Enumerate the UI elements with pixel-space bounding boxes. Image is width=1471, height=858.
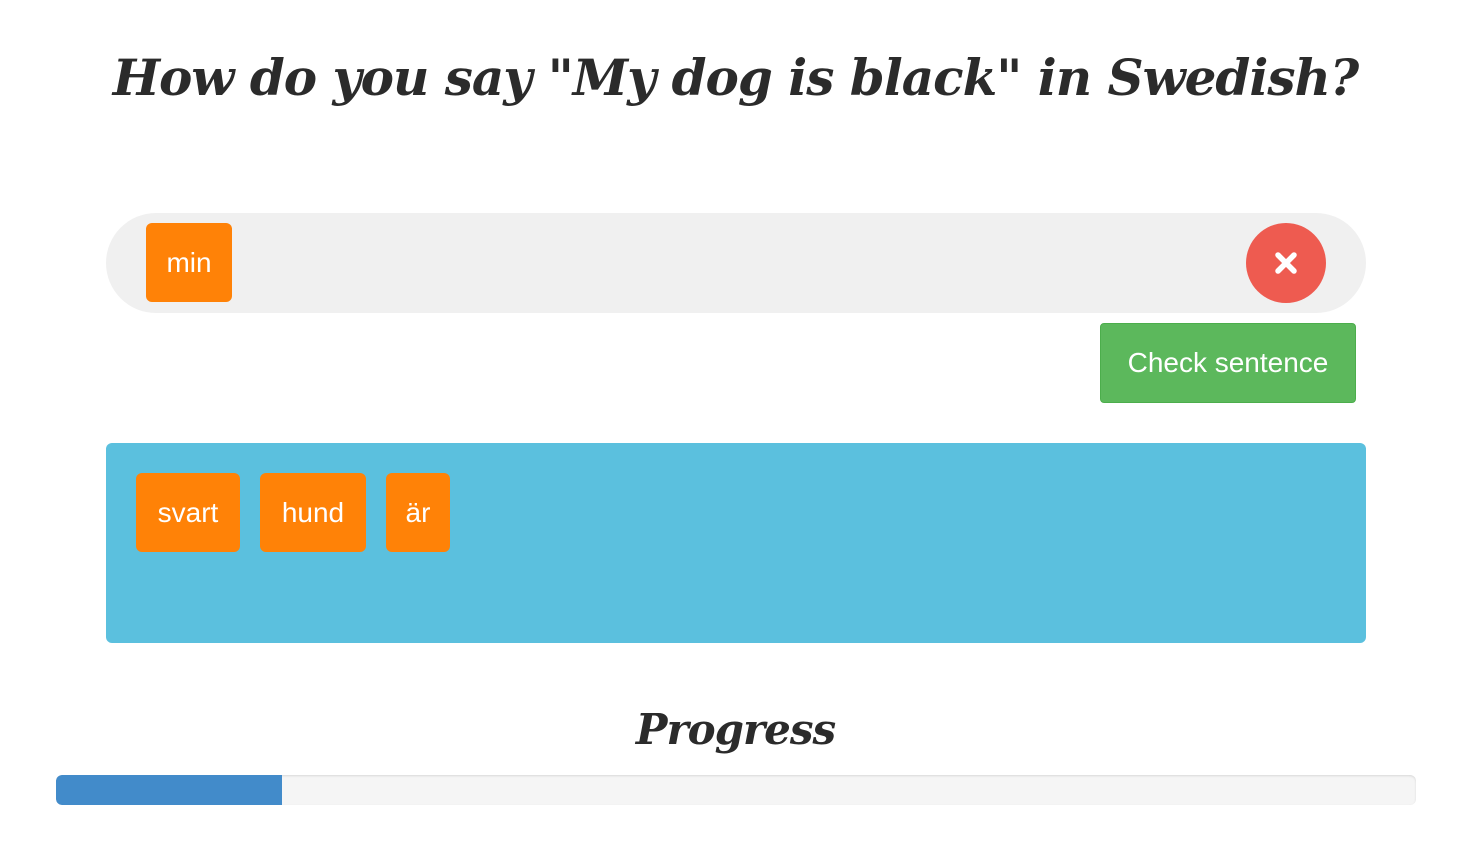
answer-area[interactable]: min xyxy=(106,213,1366,313)
question-title: How do you say "My dog is black" in Swed… xyxy=(112,48,1359,107)
progress-bar-fill xyxy=(56,775,282,805)
word-chip-svart[interactable]: svart xyxy=(136,473,240,552)
word-chip-ar[interactable]: är xyxy=(386,473,450,552)
progress-bar xyxy=(56,775,1416,805)
close-icon xyxy=(1275,252,1297,274)
progress-title: Progress xyxy=(635,705,836,754)
answer-word-chip[interactable]: min xyxy=(146,223,232,302)
word-bank: svart hund är xyxy=(106,443,1366,643)
word-chip-hund[interactable]: hund xyxy=(260,473,366,552)
clear-answer-button[interactable] xyxy=(1246,223,1326,303)
check-sentence-button[interactable]: Check sentence xyxy=(1100,323,1356,403)
